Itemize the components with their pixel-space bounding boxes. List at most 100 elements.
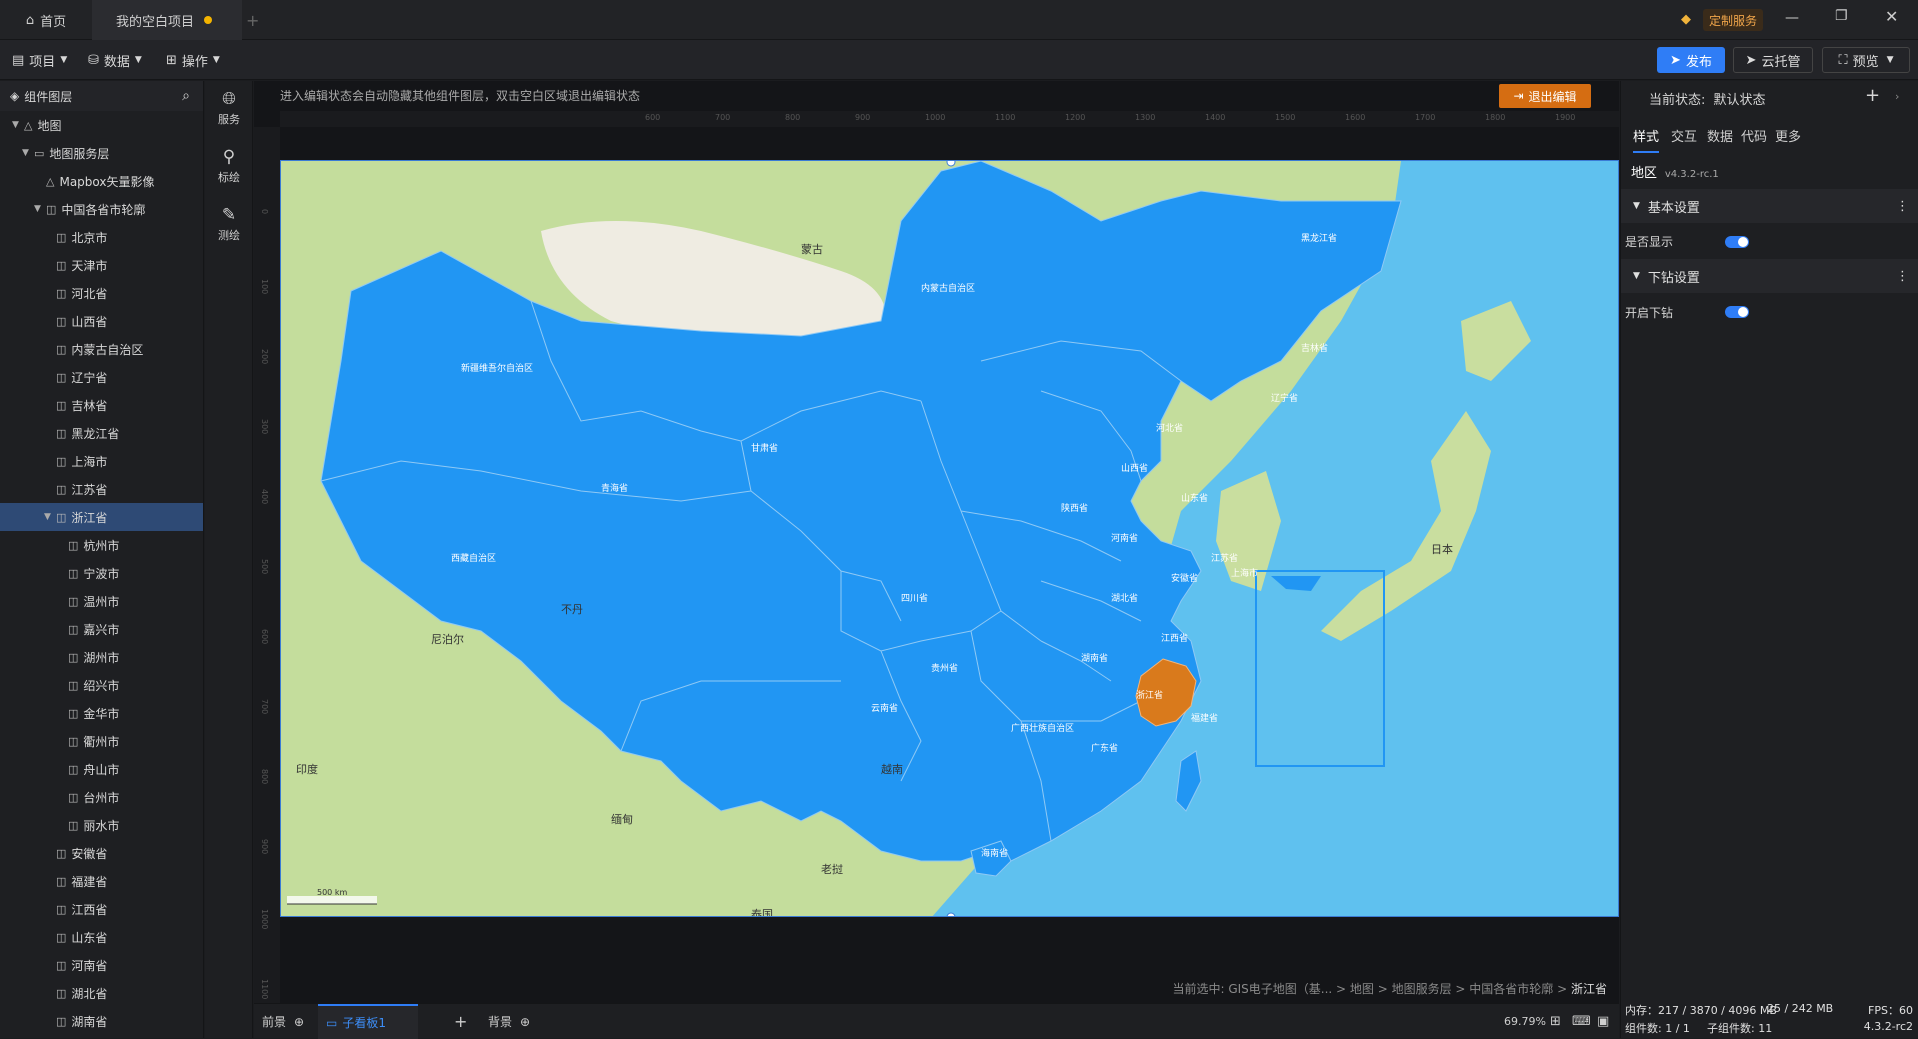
province-label[interactable]: 浙江省 xyxy=(1136,688,1163,701)
layer-item[interactable]: ▼ △ 地图 xyxy=(0,111,203,139)
more-vertical-icon[interactable]: ⋮ xyxy=(1896,269,1909,284)
add-circle-icon[interactable]: ⊕ xyxy=(294,1015,304,1029)
caret-icon[interactable]: ▼ xyxy=(34,204,46,214)
tab-home[interactable]: ⌂ 首页 xyxy=(0,0,92,40)
province-label[interactable]: 云南省 xyxy=(871,701,898,714)
province-label[interactable]: 青海省 xyxy=(601,481,628,494)
province-label[interactable]: 甘肃省 xyxy=(751,441,778,454)
province-label[interactable]: 山西省 xyxy=(1121,461,1148,474)
layer-item[interactable]: ◫ 金华市 xyxy=(0,699,203,727)
tab-1[interactable]: 交互 xyxy=(1671,126,1697,145)
layer-item[interactable]: ◫ 衢州市 xyxy=(0,727,203,755)
layer-item[interactable]: ◫ 舟山市 xyxy=(0,755,203,783)
layer-item[interactable]: ◫ 天津市 xyxy=(0,251,203,279)
tab-0[interactable]: 样式 xyxy=(1633,126,1660,153)
search-icon[interactable]: ⌕ xyxy=(182,88,190,104)
layer-item[interactable]: ◫ 宁波市 xyxy=(0,559,203,587)
province-label[interactable]: 湖南省 xyxy=(1081,651,1108,664)
layer-item[interactable]: ▼ ◫ 中国各省市轮廓 xyxy=(0,195,203,223)
service-button[interactable]: 🌐︎ 服务 xyxy=(205,89,253,127)
layer-item[interactable]: ◫ 内蒙古自治区 xyxy=(0,335,203,363)
add-board-button[interactable]: + xyxy=(454,1004,467,1039)
layer-item[interactable]: ◫ 河南省 xyxy=(0,951,203,979)
add-state-button[interactable]: + xyxy=(1865,85,1880,106)
province-label[interactable]: 黑龙江省 xyxy=(1301,231,1337,244)
province-label[interactable]: 吉林省 xyxy=(1301,341,1328,354)
province-label[interactable]: 上海市 xyxy=(1231,566,1258,579)
layer-item[interactable]: ◫ 湖州市 xyxy=(0,643,203,671)
preview-button[interactable]: ⛶ 预览 ▼ xyxy=(1822,47,1910,73)
tab-2[interactable]: 数据 xyxy=(1707,126,1733,145)
province-label[interactable]: 湖北省 xyxy=(1111,591,1138,604)
custom-service-button[interactable]: 定制服务 xyxy=(1703,9,1764,31)
layer-item[interactable]: ◫ 黑龙江省 xyxy=(0,419,203,447)
exit-edit-button[interactable]: ⇥ 退出编辑 xyxy=(1499,84,1591,108)
terminal-icon[interactable]: ▣ xyxy=(1597,1004,1609,1039)
province-label[interactable]: 陕西省 xyxy=(1061,501,1088,514)
province-label[interactable]: 新疆维吾尔自治区 xyxy=(461,361,533,374)
province-label[interactable]: 安徽省 xyxy=(1171,571,1198,584)
province-label[interactable]: 西藏自治区 xyxy=(451,551,496,564)
keyboard-icon[interactable]: ⌨ xyxy=(1572,1004,1591,1039)
layer-item[interactable]: ▼ ▭ 地图服务层 xyxy=(0,139,203,167)
province-label[interactable]: 辽宁省 xyxy=(1271,391,1298,404)
province-label[interactable]: 广东省 xyxy=(1091,741,1118,754)
layer-item[interactable]: ◫ 湖北省 xyxy=(0,979,203,1007)
province-label[interactable]: 海南省 xyxy=(981,846,1008,859)
tab-3[interactable]: 代码 xyxy=(1741,126,1767,145)
province-label[interactable]: 四川省 xyxy=(901,591,928,604)
province-label[interactable]: 山东省 xyxy=(1181,491,1208,504)
publish-button[interactable]: ➤ 发布 xyxy=(1657,47,1725,73)
close-button[interactable]: ✕ xyxy=(1885,7,1898,26)
layer-item[interactable]: ◫ 安徽省 xyxy=(0,839,203,867)
more-vertical-icon[interactable]: ⋮ xyxy=(1896,199,1909,214)
menu-data[interactable]: ⛁ 数据 ▼ xyxy=(88,48,142,72)
province-label[interactable]: 江苏省 xyxy=(1211,551,1238,564)
editor-canvas[interactable]: 进入编辑状态会自动隐藏其他组件图层，双击空白区域退出编辑状态 ⇥ 退出编辑 60… xyxy=(254,81,1619,1003)
fit-icon[interactable]: ⊞ xyxy=(1550,1004,1561,1039)
layer-item[interactable]: ◫ 江苏省 xyxy=(0,475,203,503)
layer-item[interactable]: ◫ 吉林省 xyxy=(0,391,203,419)
tab-foreground[interactable]: 前景 ⊕ xyxy=(262,1004,304,1039)
zoom-level[interactable]: 69.79% xyxy=(1504,1004,1546,1039)
layer-item[interactable]: ◫ 绍兴市 xyxy=(0,671,203,699)
layer-item[interactable]: ◫ 上海市 xyxy=(0,447,203,475)
tab-background[interactable]: 背景 ⊕ xyxy=(488,1004,530,1039)
province-label[interactable]: 河南省 xyxy=(1111,531,1138,544)
cloud-host-button[interactable]: ➤ 云托管 xyxy=(1733,47,1813,73)
tab-4[interactable]: 更多 xyxy=(1775,126,1801,145)
layer-item[interactable]: ◫ 湖南省 xyxy=(0,1007,203,1035)
layer-item[interactable]: ◫ 台州市 xyxy=(0,783,203,811)
breadcrumb-current[interactable]: 浙江省 xyxy=(1571,982,1607,996)
layer-item[interactable]: ◫ 江西省 xyxy=(0,895,203,923)
tab-project[interactable]: 我的空白项目 xyxy=(92,0,242,40)
marker-button[interactable]: ⚲ 标绘 xyxy=(205,147,253,185)
state-value[interactable]: 默认状态 xyxy=(1714,93,1766,108)
measure-button[interactable]: ✎ 测绘 xyxy=(205,205,253,243)
layer-item[interactable]: ▼ ◫ 浙江省 xyxy=(0,503,203,531)
layer-item[interactable]: ◫ 温州市 xyxy=(0,587,203,615)
caret-icon[interactable]: ▼ xyxy=(44,512,56,522)
layer-item[interactable]: ◫ 嘉兴市 xyxy=(0,615,203,643)
caret-icon[interactable]: ▼ xyxy=(12,120,24,130)
menu-operate[interactable]: ⊞ 操作 ▼ xyxy=(166,48,220,72)
layer-item[interactable]: △ Mapbox矢量影像 xyxy=(0,167,203,195)
province-label[interactable]: 福建省 xyxy=(1191,711,1218,724)
province-label[interactable]: 广西壮族自治区 xyxy=(1011,721,1074,734)
drill-settings-section[interactable]: ▼ 下钻设置 ⋮ xyxy=(1621,259,1918,293)
layer-item[interactable]: ◫ 河北省 xyxy=(0,279,203,307)
layer-item[interactable]: ◫ 丽水市 xyxy=(0,811,203,839)
layer-item[interactable]: ◫ 辽宁省 xyxy=(0,363,203,391)
caret-icon[interactable]: ▼ xyxy=(22,148,34,158)
add-circle-icon[interactable]: ⊕ xyxy=(520,1015,530,1029)
basic-settings-section[interactable]: ▼ 基本设置 ⋮ xyxy=(1621,189,1918,223)
layer-item[interactable]: ◫ 杭州市 xyxy=(0,531,203,559)
minimize-button[interactable]: — xyxy=(1785,10,1799,26)
restore-button[interactable]: ❐ xyxy=(1835,8,1848,24)
tab-child-board[interactable]: ▭ 子看板1 xyxy=(318,1004,418,1039)
new-tab-button[interactable]: + xyxy=(246,0,262,40)
province-label[interactable]: 江西省 xyxy=(1161,631,1188,644)
layer-item[interactable]: ◫ 山西省 xyxy=(0,307,203,335)
layer-item[interactable]: ◫ 北京市 xyxy=(0,223,203,251)
chevron-right-icon[interactable]: › xyxy=(1895,90,1899,103)
